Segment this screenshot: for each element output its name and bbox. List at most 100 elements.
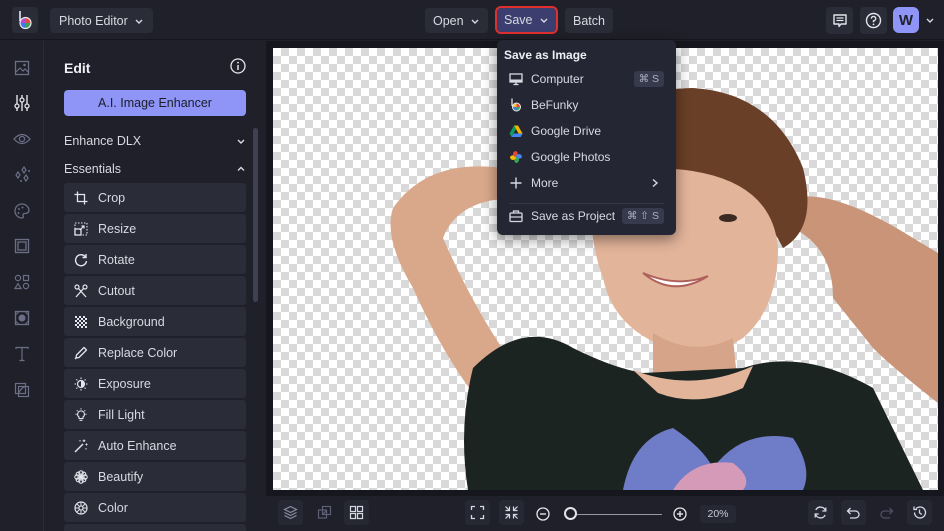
- ai-image-enhancer-button[interactable]: A.I. Image Enhancer: [64, 90, 246, 116]
- chevron-down-icon: [540, 18, 547, 23]
- batch-button-label: Batch: [573, 13, 605, 28]
- compare-button[interactable]: [312, 500, 337, 525]
- frame-icon: [14, 238, 30, 254]
- texture-icon: [14, 382, 30, 398]
- rail-item-overlays[interactable]: [12, 308, 32, 328]
- mode-selector[interactable]: Photo Editor: [50, 8, 153, 33]
- lightbulb-icon: [75, 407, 87, 421]
- compare-icon: [317, 505, 332, 519]
- tool-resize[interactable]: Resize: [64, 214, 246, 243]
- tool-partial[interactable]: [64, 524, 246, 531]
- rail-item-text[interactable]: [12, 344, 32, 364]
- image-icon: [14, 60, 30, 76]
- tool-crop[interactable]: Crop: [64, 183, 246, 212]
- sparkle-icon: [15, 166, 30, 183]
- rail-item-touch-up[interactable]: [12, 129, 32, 149]
- befunky-logo[interactable]: [12, 7, 38, 33]
- menu-item-google-photos[interactable]: Google Photos: [504, 146, 669, 168]
- rail-item-image-manager[interactable]: [12, 58, 32, 78]
- open-button[interactable]: Open: [425, 8, 488, 33]
- ai-image-enhancer-label: A.I. Image Enhancer: [98, 96, 212, 110]
- rail-item-textures[interactable]: [12, 380, 32, 400]
- zoom-level[interactable]: 20%: [700, 505, 736, 523]
- tool-replace-color[interactable]: Replace Color: [64, 338, 246, 367]
- tool-rotate[interactable]: Rotate: [64, 245, 246, 274]
- actual-size-button[interactable]: [499, 500, 524, 525]
- menu-item-save-as-project[interactable]: Save as Project ⌘ ⇧ S: [504, 205, 669, 227]
- fit-screen-button[interactable]: [465, 500, 490, 525]
- shortcut-badge: ⌘ ⇧ S: [621, 208, 664, 224]
- zoom-slider-handle[interactable]: [564, 507, 578, 520]
- resize-icon: [74, 221, 88, 236]
- menu-item-befunky[interactable]: BeFunky: [504, 94, 669, 116]
- history-button[interactable]: [907, 500, 932, 525]
- menu-item-label: Google Drive: [531, 124, 602, 138]
- briefcase-icon: [509, 210, 523, 223]
- magic-wand-icon: [74, 439, 88, 453]
- chevron-down-icon: [237, 139, 245, 144]
- menu-item-more[interactable]: More: [504, 172, 669, 194]
- section-label: Enhance DLX: [64, 134, 142, 148]
- panel-scrollbar[interactable]: [253, 128, 258, 302]
- palette-icon: [14, 203, 30, 219]
- eyedropper-icon: [74, 346, 88, 359]
- tool-label: Color: [98, 500, 128, 515]
- zoom-level-value: 20%: [707, 508, 729, 520]
- rail-item-effects[interactable]: [12, 165, 32, 185]
- section-essentials[interactable]: Essentials: [64, 159, 246, 179]
- layers-button[interactable]: [278, 500, 303, 525]
- undo-button[interactable]: [841, 500, 866, 525]
- tool-label: Beautify: [98, 469, 144, 484]
- exposure-icon: [74, 377, 88, 390]
- rail-item-edit[interactable]: [12, 93, 32, 113]
- tool-label: Rotate: [98, 252, 135, 267]
- tool-label: Exposure: [98, 376, 151, 391]
- menu-item-google-drive[interactable]: Google Drive: [504, 120, 669, 142]
- rail-item-graphics[interactable]: [12, 272, 32, 292]
- scissors-icon: [74, 283, 88, 297]
- tool-label: Crop: [98, 190, 126, 205]
- tool-cutout[interactable]: Cutout: [64, 276, 246, 305]
- tool-background[interactable]: Background: [64, 307, 246, 336]
- tool-fill-light[interactable]: Fill Light: [64, 400, 246, 429]
- save-button[interactable]: Save: [495, 6, 558, 34]
- tool-auto-enhance[interactable]: Auto Enhance: [64, 431, 246, 460]
- menu-item-label: More: [531, 176, 559, 190]
- google-photos-icon: [510, 151, 522, 163]
- fit-screen-icon: [470, 505, 485, 520]
- rail-item-artsy[interactable]: [12, 201, 32, 221]
- tool-exposure[interactable]: Exposure: [64, 369, 246, 398]
- account-chevron-down-icon[interactable]: [925, 15, 935, 25]
- undo-icon: [846, 507, 860, 519]
- grid-view-button[interactable]: [344, 500, 369, 525]
- flower-icon: [74, 469, 88, 484]
- open-button-label: Open: [433, 13, 464, 28]
- reset-button[interactable]: [808, 500, 833, 525]
- chevron-down-icon: [135, 19, 143, 24]
- zoom-out-icon[interactable]: [536, 507, 550, 521]
- redo-icon: [880, 507, 894, 519]
- section-enhance-dlx[interactable]: Enhance DLX: [64, 131, 246, 151]
- help-button[interactable]: [860, 7, 887, 34]
- rail-item-frames[interactable]: [12, 236, 32, 256]
- user-avatar[interactable]: W: [893, 7, 919, 33]
- tool-color[interactable]: Color: [64, 493, 246, 522]
- feedback-button[interactable]: [826, 7, 853, 34]
- color-wheel-icon: [74, 500, 88, 515]
- zoom-slider-track[interactable]: [566, 514, 662, 515]
- mode-selector-label: Photo Editor: [59, 13, 128, 28]
- google-drive-icon: [509, 125, 523, 137]
- info-icon[interactable]: [230, 58, 246, 74]
- batch-button[interactable]: Batch: [565, 8, 613, 33]
- layers-icon: [283, 505, 298, 520]
- chevron-down-icon: [471, 19, 479, 24]
- text-icon: [15, 346, 29, 362]
- sliders-icon: [14, 95, 30, 111]
- tool-beautify[interactable]: Beautify: [64, 462, 246, 491]
- panel-title: Edit: [64, 60, 91, 76]
- menu-item-computer[interactable]: Computer ⌘ S: [504, 68, 669, 90]
- actual-size-icon: [505, 506, 518, 519]
- redo-button[interactable]: [874, 500, 899, 525]
- zoom-in-icon[interactable]: [673, 507, 687, 521]
- menu-item-label: Google Photos: [531, 150, 611, 164]
